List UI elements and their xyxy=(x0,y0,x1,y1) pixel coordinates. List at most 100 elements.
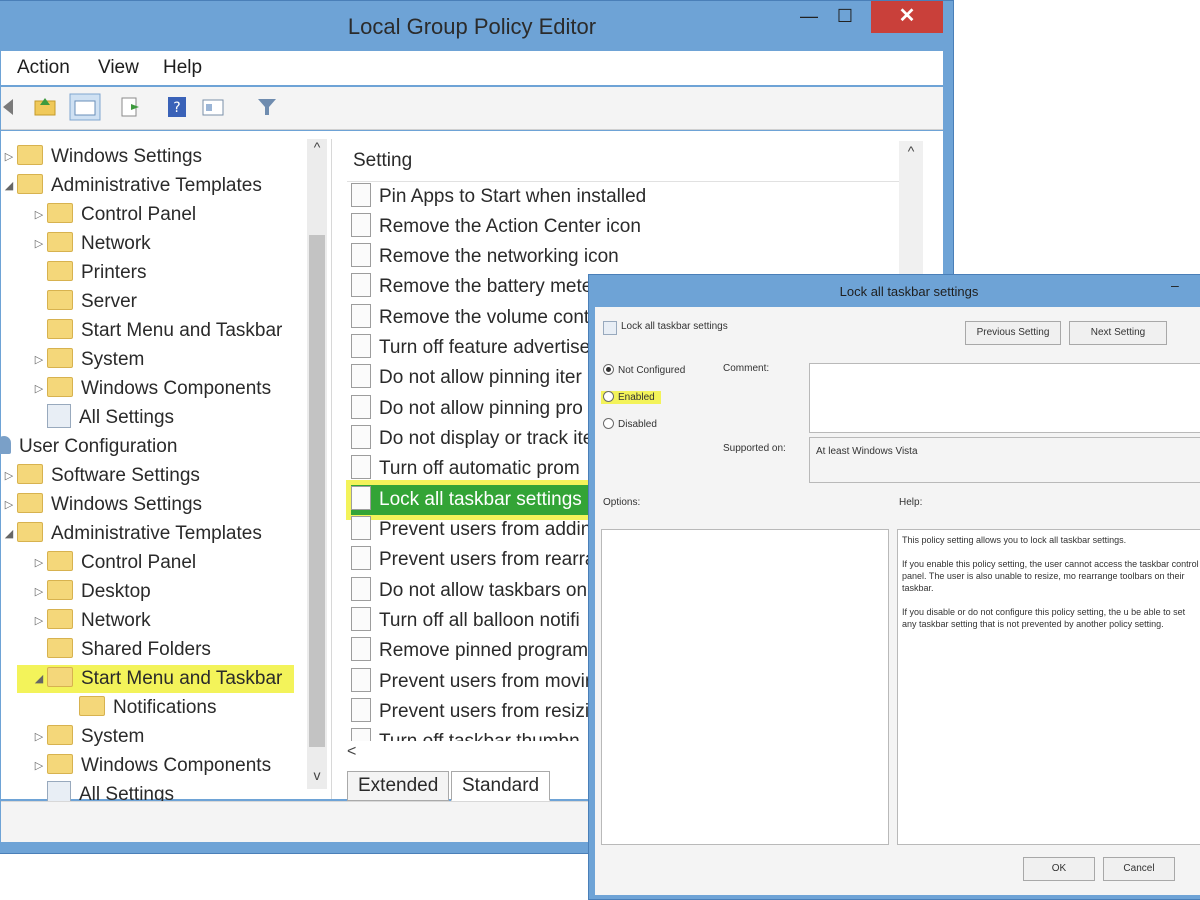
tree-item[interactable]: Server xyxy=(31,288,137,316)
tree-item[interactable]: ▷ Windows Settings xyxy=(1,143,202,171)
help-icon[interactable]: ? xyxy=(165,95,189,119)
expand-arrow-icon[interactable]: ▷ xyxy=(1,143,17,171)
tree-item[interactable]: ◢ Administrative Templates xyxy=(1,172,262,200)
tree-scroll-thumb[interactable] xyxy=(309,235,325,747)
tree-item[interactable]: ▷ System xyxy=(31,346,144,374)
close-button[interactable]: ✕ xyxy=(871,1,943,33)
policy-item[interactable]: Remove pinned program xyxy=(351,636,588,666)
menu-action[interactable]: Action xyxy=(17,51,70,85)
tree-item[interactable]: Shared Folders xyxy=(31,636,211,664)
menu-help[interactable]: Help xyxy=(163,51,202,85)
supported-on-value: At least Windows Vista xyxy=(816,446,918,457)
cancel-button[interactable]: Cancel xyxy=(1103,857,1175,881)
tree-item[interactable]: ▷ Control Panel xyxy=(31,201,196,229)
tree-item[interactable]: ▷ System xyxy=(31,723,144,751)
tree-item-start-menu-selected[interactable]: ◢ Start Menu and Taskbar xyxy=(17,665,295,693)
tree-item[interactable]: ◢ Administrative Templates xyxy=(1,520,262,548)
dialog-minimize-button[interactable]: – xyxy=(1171,277,1189,293)
policy-icon xyxy=(351,272,371,297)
folder-icon xyxy=(79,695,105,716)
maximize-button[interactable]: ☐ xyxy=(827,1,863,33)
tree-item[interactable]: ▷ Windows Components xyxy=(31,375,271,403)
radio-disabled[interactable]: Disabled xyxy=(603,418,657,430)
tree-item[interactable]: ▷ Desktop xyxy=(31,578,151,606)
radio-icon[interactable] xyxy=(603,418,614,429)
policy-item-partial[interactable]: Turn off taskbar thumbn xyxy=(351,727,580,741)
comment-field[interactable] xyxy=(809,363,1200,433)
policy-item[interactable]: Remove the volume cont xyxy=(351,303,589,333)
tree-item[interactable]: Printers xyxy=(31,259,146,287)
tree-item[interactable]: ▷ Control Panel xyxy=(31,549,196,577)
expand-arrow-icon[interactable]: ▷ xyxy=(31,346,47,374)
options-panel xyxy=(601,529,889,845)
up-folder-icon[interactable] xyxy=(33,95,57,119)
scroll-up-icon[interactable]: ^ xyxy=(307,139,327,155)
tree-scrollbar[interactable]: ^ v xyxy=(307,139,327,789)
expand-arrow-icon[interactable]: ▷ xyxy=(31,723,47,751)
next-setting-button[interactable]: Next Setting xyxy=(1069,321,1167,345)
policy-item[interactable]: Do not allow pinning iter xyxy=(351,363,582,393)
back-icon[interactable] xyxy=(0,95,23,119)
policy-item-selected[interactable]: Lock all taskbar settings xyxy=(346,480,595,520)
tab-extended[interactable]: Extended xyxy=(347,771,450,801)
tab-standard[interactable]: Standard xyxy=(451,771,551,801)
radio-not-configured[interactable]: Not Configured xyxy=(603,364,685,376)
policy-item[interactable]: Turn off all balloon notifi xyxy=(351,606,580,636)
folder-icon xyxy=(17,145,43,165)
tree-item[interactable]: ▷ Network xyxy=(31,607,151,635)
expand-arrow-icon[interactable]: ▷ xyxy=(1,491,17,519)
policy-item[interactable]: Do not allow pinning pro xyxy=(351,394,583,424)
export-list-icon[interactable] xyxy=(119,95,143,119)
expand-arrow-icon[interactable]: ▷ xyxy=(31,201,47,229)
scroll-down-icon[interactable]: v xyxy=(307,767,327,783)
radio-selected-icon[interactable] xyxy=(603,364,614,375)
policy-item[interactable]: Prevent users from rearra xyxy=(351,545,595,575)
policy-item[interactable]: Prevent users from movin xyxy=(351,667,595,697)
help-label: Help: xyxy=(899,497,923,508)
expand-arrow-icon[interactable]: ▷ xyxy=(31,549,47,577)
expand-arrow-icon[interactable]: ◢ xyxy=(1,172,17,200)
expand-arrow-icon[interactable]: ▷ xyxy=(31,230,47,258)
expand-arrow-icon[interactable]: ▷ xyxy=(1,462,17,490)
filter-icon[interactable] xyxy=(255,95,279,119)
policy-item[interactable]: Turn off automatic prom xyxy=(351,454,580,484)
tree-item[interactable]: Notifications xyxy=(63,694,217,722)
policy-icon xyxy=(351,545,371,570)
folder-icon xyxy=(47,260,73,281)
tree-item[interactable]: ▷ Network xyxy=(31,230,151,258)
expand-arrow-icon[interactable]: ▷ xyxy=(31,607,47,635)
radio-enabled[interactable]: Enabled xyxy=(601,391,661,405)
tree-item[interactable]: Start Menu and Taskbar xyxy=(31,317,282,345)
policy-item[interactable]: Do not allow taskbars on xyxy=(351,576,587,606)
tree-item[interactable]: ▷ Windows Components xyxy=(31,752,271,780)
expand-arrow-icon[interactable]: ◢ xyxy=(1,520,17,548)
tree-item[interactable]: All Settings xyxy=(31,403,174,432)
expand-arrow-icon[interactable]: ▷ xyxy=(31,752,47,780)
policy-icon xyxy=(351,242,371,267)
policy-item[interactable]: Do not display or track ite xyxy=(351,424,593,454)
minimize-button[interactable]: — xyxy=(791,1,827,33)
expand-arrow-icon[interactable]: ▷ xyxy=(31,578,47,606)
ok-button[interactable]: OK xyxy=(1023,857,1095,881)
expand-arrow-icon[interactable]: ▷ xyxy=(31,375,47,403)
policy-item[interactable]: Prevent users from resizir xyxy=(351,697,595,727)
tree-item[interactable]: ▷ Software Settings xyxy=(1,462,200,490)
folder-icon xyxy=(47,637,73,658)
scroll-left-icon[interactable]: < xyxy=(347,743,356,761)
expand-arrow-icon[interactable]: ◢ xyxy=(31,665,47,693)
tree-item-user-configuration[interactable]: User Configuration xyxy=(0,433,177,461)
policy-item[interactable]: Pin Apps to Start when installed xyxy=(351,182,646,212)
scroll-up-icon[interactable]: ^ xyxy=(899,143,923,159)
properties-icon[interactable] xyxy=(201,95,225,119)
show-hide-tree-icon[interactable] xyxy=(69,93,101,121)
policy-item[interactable]: Prevent users from addin xyxy=(351,515,591,545)
menu-view[interactable]: View xyxy=(98,51,139,85)
radio-icon[interactable] xyxy=(603,391,614,402)
policy-item[interactable]: Remove the battery mete xyxy=(351,272,592,302)
policy-item[interactable]: Remove the networking icon xyxy=(351,242,619,272)
policy-item[interactable]: Remove the Action Center icon xyxy=(351,212,641,242)
setting-column-header[interactable]: Setting xyxy=(347,141,903,182)
policy-item[interactable]: Turn off feature advertise xyxy=(351,333,590,363)
tree-item[interactable]: ▷ Windows Settings xyxy=(1,491,202,519)
previous-setting-button[interactable]: Previous Setting xyxy=(965,321,1061,345)
